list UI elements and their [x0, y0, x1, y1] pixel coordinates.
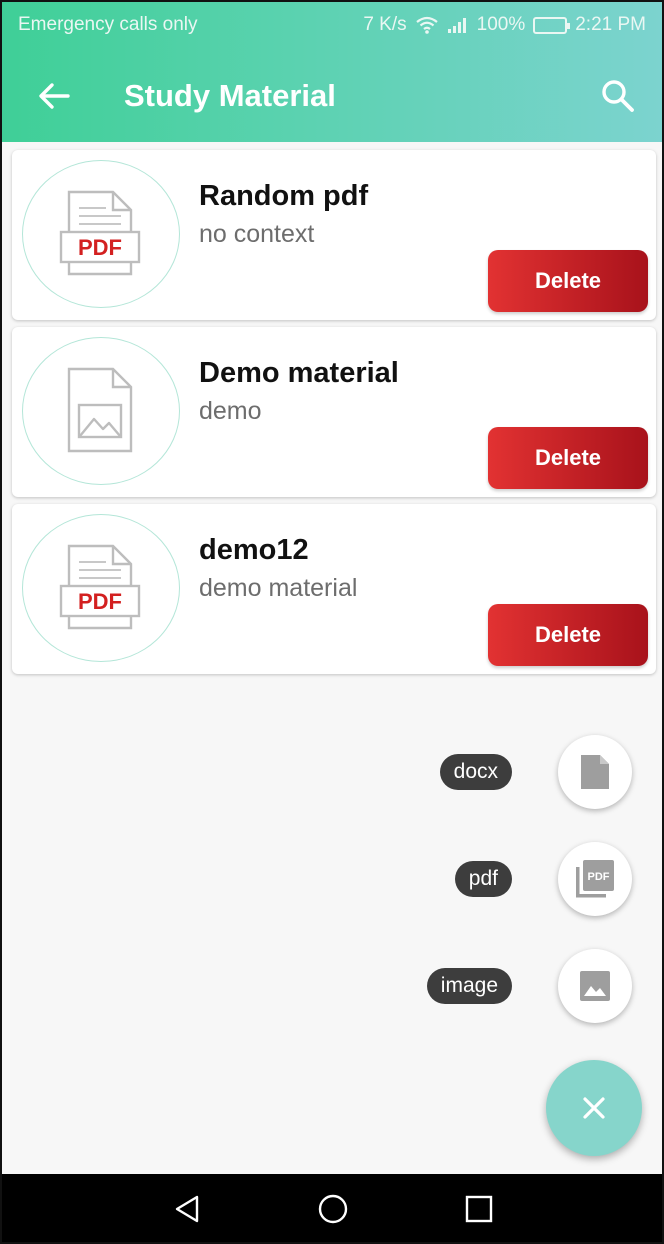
svg-text:PDF: PDF: [588, 871, 610, 883]
fab-label-image[interactable]: image: [426, 968, 512, 1004]
search-icon: [602, 80, 634, 112]
search-button[interactable]: [596, 74, 640, 118]
list-item[interactable]: Demo material demo Delete: [12, 327, 656, 497]
material-description: demo material: [199, 574, 358, 602]
add-pdf-button[interactable]: PDF: [558, 842, 632, 916]
fab-label-pdf[interactable]: pdf: [454, 861, 512, 897]
fab-label-docx[interactable]: docx: [439, 754, 512, 790]
nav-back-button[interactable]: [170, 1192, 204, 1226]
fab-option-pdf: pdf PDF: [454, 842, 632, 916]
carrier-text: Emergency calls only: [18, 14, 198, 35]
close-icon: [583, 1097, 605, 1119]
circle-home-icon: [318, 1194, 348, 1224]
material-list: PDF Random pdf no context Delete Demo ma…: [12, 150, 656, 681]
system-nav-bar: [2, 1174, 662, 1242]
fab-option-image: image: [426, 949, 632, 1023]
image-file-icon: [67, 367, 133, 453]
page-title: Study Material: [124, 78, 336, 113]
add-image-button[interactable]: [558, 949, 632, 1023]
add-docx-button[interactable]: [558, 735, 632, 809]
app-bar: Study Material: [2, 52, 662, 142]
header: Emergency calls only 7 K/s 100% 2:21 PM …: [2, 2, 662, 142]
pdf-label: PDF: [78, 235, 122, 260]
back-button[interactable]: [32, 74, 76, 118]
pdf-icon: PDF: [576, 860, 614, 898]
material-thumbnail: PDF: [22, 514, 180, 662]
app-screen: Emergency calls only 7 K/s 100% 2:21 PM …: [0, 0, 664, 1244]
battery-percent: 100%: [476, 14, 526, 35]
fab-option-docx: docx: [439, 735, 632, 809]
image-icon: [580, 971, 610, 1001]
material-thumbnail: PDF: [22, 160, 180, 308]
network-speed: 7 K/s: [363, 14, 407, 35]
material-title: Demo material: [199, 357, 399, 389]
pdf-file-icon: PDF: [59, 544, 141, 630]
status-icons: 7 K/s 100% 2:21 PM: [363, 14, 646, 36]
delete-button[interactable]: Delete: [488, 250, 648, 312]
material-title: Random pdf: [199, 180, 369, 212]
delete-button[interactable]: Delete: [488, 427, 648, 489]
arrow-left-icon: [39, 83, 70, 109]
nav-recents-button[interactable]: [462, 1192, 496, 1226]
pdf-file-icon: PDF: [59, 190, 141, 276]
square-recents-icon: [465, 1195, 493, 1223]
material-description: demo: [199, 397, 262, 425]
wifi-icon: [415, 16, 438, 34]
pdf-label: PDF: [78, 589, 122, 614]
document-icon: [581, 755, 609, 789]
status-bar: Emergency calls only 7 K/s 100% 2:21 PM: [2, 2, 662, 46]
signal-icon: [447, 18, 466, 33]
material-thumbnail: [22, 337, 180, 485]
nav-home-button[interactable]: [316, 1192, 350, 1226]
material-description: no context: [199, 220, 315, 248]
material-title: demo12: [199, 534, 309, 566]
battery-icon: [533, 16, 571, 34]
list-item[interactable]: PDF Random pdf no context Delete: [12, 150, 656, 320]
list-item[interactable]: PDF demo12 demo material Delete: [12, 504, 656, 674]
clock: 2:21 PM: [575, 14, 646, 35]
close-fab-button[interactable]: [546, 1060, 642, 1156]
triangle-back-icon: [175, 1195, 199, 1223]
delete-button[interactable]: Delete: [488, 604, 648, 666]
